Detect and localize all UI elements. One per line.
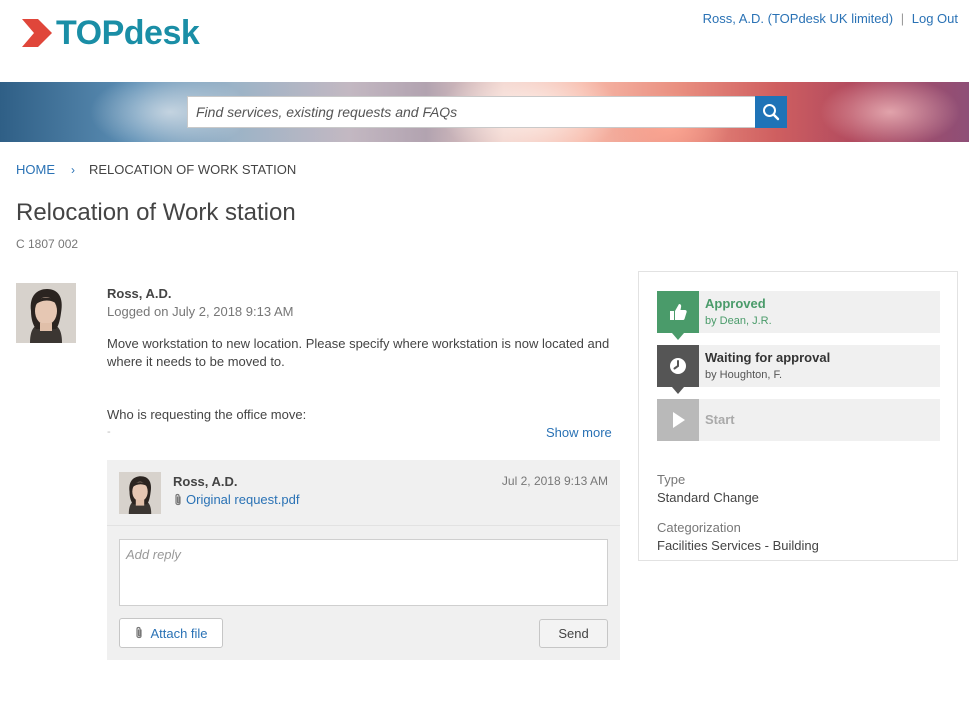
avatar (16, 283, 76, 343)
search-icon (763, 104, 780, 121)
search-input[interactable] (187, 96, 755, 128)
ticket-number: C 1807 002 (16, 237, 79, 251)
message-attachment: Original request.pdf (173, 492, 299, 507)
header: TOPdesk Ross, A.D. (TOPdesk UK limited) … (0, 0, 969, 82)
step-title: Start (705, 412, 735, 427)
status-panel: Approved by Dean, J.R. Waiting for appro… (638, 271, 958, 561)
step-approved: Approved by Dean, J.R. (657, 291, 940, 340)
reply-textarea[interactable] (119, 539, 608, 606)
step-start: Start (657, 399, 940, 441)
step-subtitle: by Houghton, F. (705, 369, 783, 381)
logo-mark-icon (22, 19, 52, 47)
user-bar-separator: | (900, 11, 905, 26)
avatar (119, 472, 161, 514)
conversation-thread: Ross, A.D. Jul 2, 2018 9:13 AM Original … (107, 460, 620, 660)
request-answer: - (107, 426, 111, 438)
step-title: Waiting for approval (705, 350, 831, 365)
request-description: Move workstation to new location. Please… (107, 336, 610, 369)
breadcrumb: HOME › RELOCATION OF WORK STATION (16, 162, 296, 177)
clock-icon (657, 345, 699, 394)
message-author: Ross, A.D. (173, 474, 238, 489)
request-question: Who is requesting the office move: (107, 407, 307, 422)
search-button[interactable] (755, 96, 787, 128)
play-icon (657, 399, 699, 441)
logout-link[interactable]: Log Out (912, 11, 958, 26)
show-more-link[interactable]: Show more (546, 425, 612, 440)
categorization-label: Categorization (657, 520, 741, 535)
categorization-value: Facilities Services - Building (657, 538, 819, 553)
search-bar (187, 96, 787, 128)
topdesk-logo[interactable]: TOPdesk (20, 14, 200, 52)
type-value: Standard Change (657, 490, 759, 505)
type-label: Type (657, 472, 686, 487)
step-subtitle: by Dean, J.R. (705, 315, 772, 327)
user-profile-link[interactable]: Ross, A.D. (TOPdesk UK limited) (703, 11, 893, 26)
step-waiting-approval: Waiting for approval by Houghton, F. (657, 345, 940, 394)
thread-message: Ross, A.D. Jul 2, 2018 9:13 AM Original … (107, 460, 620, 526)
attach-file-label: Attach file (150, 625, 208, 641)
chevron-right-icon: › (71, 162, 75, 177)
page-title: Relocation of Work station (16, 199, 296, 226)
breadcrumb-home[interactable]: HOME (16, 162, 55, 177)
message-date: Jul 2, 2018 9:13 AM (501, 474, 608, 488)
brand-name: TOPdesk (56, 14, 200, 52)
attachment-link[interactable]: Original request.pdf (186, 492, 299, 507)
step-title: Approved (705, 296, 766, 311)
thumbs-up-icon (657, 291, 699, 340)
user-bar: Ross, A.D. (TOPdesk UK limited) | Log Ou… (703, 11, 958, 26)
request-logged-date: Logged on July 2, 2018 9:13 AM (107, 304, 294, 319)
breadcrumb-current: RELOCATION OF WORK STATION (89, 162, 297, 177)
attach-file-button[interactable]: Attach file (119, 618, 223, 648)
paperclip-icon (136, 626, 143, 639)
request-author: Ross, A.D. (107, 286, 172, 301)
send-button[interactable]: Send (539, 619, 608, 648)
paperclip-icon (175, 493, 181, 505)
